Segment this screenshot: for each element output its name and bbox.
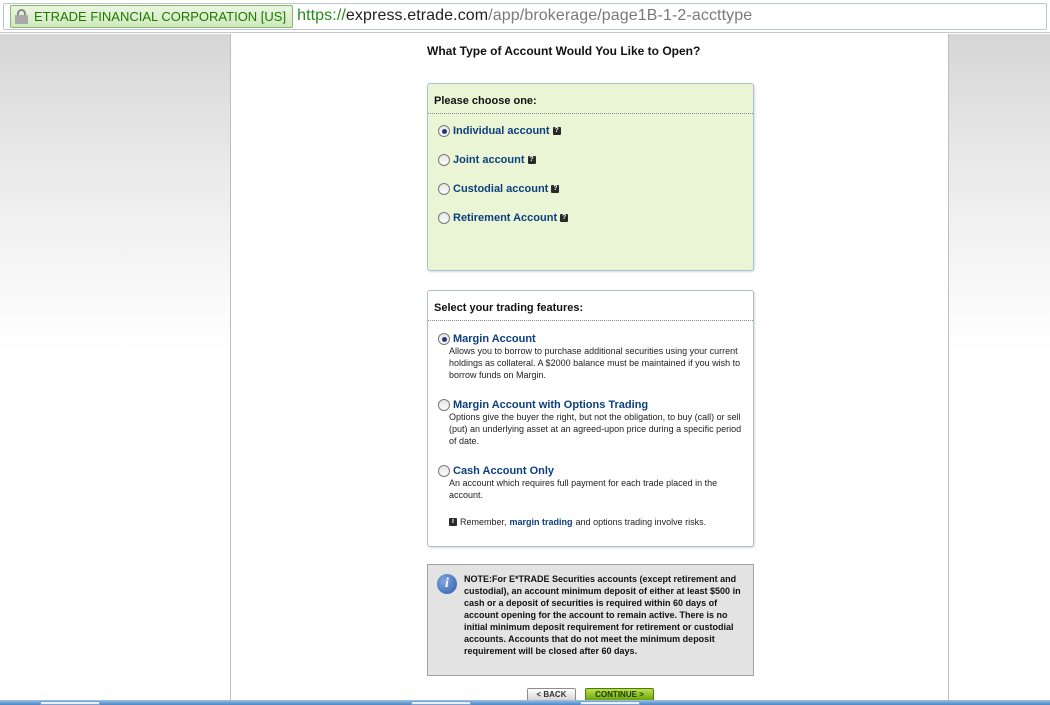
margin-radio[interactable] [438, 333, 450, 345]
margin-options-label[interactable]: Margin Account with Options Trading [453, 399, 648, 411]
cash-radio[interactable] [438, 465, 450, 477]
custodial-radio[interactable] [438, 183, 450, 195]
security-certificate-badge[interactable]: ETRADE FINANCIAL CORPORATION [US] [10, 4, 294, 28]
individual-label[interactable]: Individual account [453, 125, 550, 137]
info-icon: i [437, 574, 457, 594]
url-scheme: https:// [297, 7, 346, 24]
margin-label[interactable]: Margin Account [453, 333, 536, 345]
remember-suffix: and options trading involve risks. [575, 517, 707, 527]
feature-option-cash[interactable]: Cash Account Only An account which requi… [438, 465, 744, 501]
retirement-radio[interactable] [438, 212, 450, 224]
help-icon[interactable]: ? [560, 214, 569, 222]
deposit-note-box: i NOTE:For E*TRADE Securities accounts (… [427, 564, 754, 676]
info-bullet-icon: i [449, 518, 457, 526]
margin-options-radio[interactable] [438, 399, 450, 411]
account-type-title: Please choose one: [428, 84, 753, 114]
joint-radio[interactable] [438, 154, 450, 166]
page-title: What Type of Account Would You Like to O… [427, 44, 701, 58]
trading-features-panel: Select your trading features: Margin Acc… [427, 290, 754, 547]
taskbar-item[interactable] [411, 701, 471, 705]
margin-description: Allows you to borrow to purchase additio… [449, 346, 741, 380]
taskbar [0, 700, 1050, 705]
cash-description: An account which requires full payment f… [449, 478, 718, 500]
help-icon[interactable]: ? [527, 156, 536, 164]
account-option-retirement[interactable]: Retirement Account ? [438, 212, 569, 224]
joint-label[interactable]: Joint account [453, 154, 525, 166]
retirement-label[interactable]: Retirement Account [453, 212, 557, 224]
margin-trading-link[interactable]: margin trading [510, 517, 573, 527]
trading-features-title: Select your trading features: [428, 291, 753, 321]
account-option-joint[interactable]: Joint account ? [438, 154, 536, 166]
taskbar-item[interactable] [580, 701, 640, 705]
custodial-label[interactable]: Custodial account [453, 183, 548, 195]
help-icon[interactable]: ? [551, 185, 560, 193]
remember-prefix: Remember, [460, 517, 507, 527]
feature-option-margin[interactable]: Margin Account Allows you to borrow to p… [438, 333, 744, 381]
url-host: express.etrade.com [345, 7, 489, 24]
url-text[interactable]: https://express.etrade.com/app/brokerage… [297, 7, 752, 25]
account-option-individual[interactable]: Individual account ? [438, 125, 561, 137]
cash-label[interactable]: Cash Account Only [453, 465, 554, 477]
risk-reminder: i Remember, margin trading and options t… [449, 517, 706, 527]
help-icon[interactable]: ? [552, 127, 561, 135]
url-path: /app/brokerage/page1B-1-2-accttype [488, 7, 753, 24]
certificate-label: ETRADE FINANCIAL CORPORATION [US] [34, 8, 287, 24]
feature-option-margin-options[interactable]: Margin Account with Options Trading Opti… [438, 399, 744, 447]
taskbar-item[interactable] [40, 701, 100, 705]
individual-radio[interactable] [438, 125, 450, 137]
lock-icon [15, 8, 28, 24]
deposit-note-text: NOTE:For E*TRADE Securities accounts (ex… [464, 574, 741, 656]
account-option-custodial[interactable]: Custodial account ? [438, 183, 560, 195]
margin-options-description: Options give the buyer the right, but no… [449, 412, 742, 446]
account-type-panel: Please choose one: Individual account ? … [427, 83, 754, 271]
address-bar[interactable]: ETRADE FINANCIAL CORPORATION [US] https:… [0, 0, 1050, 33]
